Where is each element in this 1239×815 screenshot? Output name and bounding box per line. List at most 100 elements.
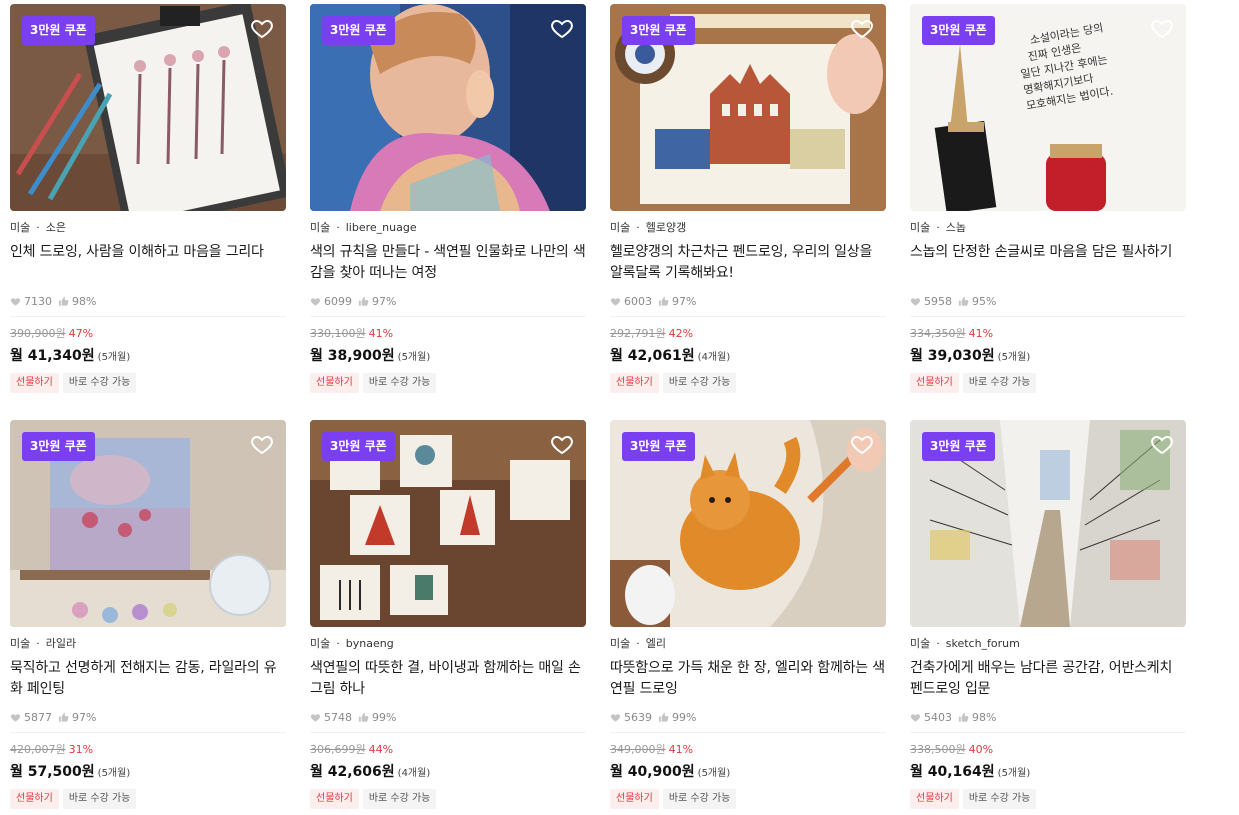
discount-rate: 47% xyxy=(68,327,94,340)
original-price-row: 330,100원 41% xyxy=(310,327,586,340)
thumbs-up-icon xyxy=(958,296,969,306)
course-card[interactable]: 소설이라는 당의 진짜 인생은 일단 지나간 후에는 명확해지기보다 모호해지는… xyxy=(910,4,1186,393)
original-price-row: 338,500원 40% xyxy=(910,743,1186,756)
divider xyxy=(910,732,1186,733)
course-card[interactable]: 3만원 쿠폰 미술 · 소은 인체 드로잉, 사람을 이해하고 마음을 그리다 71… xyxy=(10,4,286,393)
course-title[interactable]: 건축가에게 배우는 남다른 공간감, 어반스케치 펜드로잉 입문 xyxy=(910,658,1186,700)
course-thumbnail[interactable]: 3만원 쿠폰 xyxy=(610,420,886,627)
discount-rate: 41% xyxy=(368,327,394,340)
heart-outline-icon[interactable] xyxy=(1150,16,1174,40)
course-thumbnail[interactable]: 3만원 쿠폰 xyxy=(10,4,286,211)
divider xyxy=(310,316,586,317)
heart-filled-icon xyxy=(910,713,921,722)
heart-outline-icon[interactable] xyxy=(550,16,574,40)
course-card[interactable]: 3만원 쿠폰 미술 · bynaeng 색연필의 따뜻한 결, 바이냉과 함께하는 … xyxy=(310,420,586,809)
thumbs-up-icon xyxy=(58,296,69,306)
monthly-price-row: 월 39,030원 (5개월) xyxy=(910,346,1186,364)
course-card[interactable]: 3만원 쿠폰 미술 · 엘리 따뜻함으로 가득 채운 한 장, 엘리와 함께하는 색… xyxy=(610,420,886,809)
thumbs-up-icon xyxy=(358,296,369,306)
monthly-price-row: 월 41,340원 (5개월) xyxy=(10,346,286,364)
coupon-badge: 3만원 쿠폰 xyxy=(22,432,95,461)
discount-rate: 42% xyxy=(668,327,694,340)
thumbs-up-icon xyxy=(358,712,369,722)
heart-outline-icon[interactable] xyxy=(250,16,274,40)
course-category: 미술 · 엘리 xyxy=(610,637,666,650)
gift-tag[interactable]: 선물하기 xyxy=(910,373,959,393)
heart-outline-icon[interactable] xyxy=(550,432,574,456)
course-card[interactable]: 3만원 쿠폰 미술 · libere_nuage 색의 규칙을 만들다 - 색연필 … xyxy=(310,4,586,393)
available-now-tag: 바로 수강 가능 xyxy=(362,373,437,393)
course-title[interactable]: 색의 규칙을 만들다 - 색연필 인물화로 나만의 색감을 찾아 떠나는 여정 xyxy=(310,242,586,284)
creator-name[interactable]: 스놉 xyxy=(946,221,966,234)
course-thumbnail[interactable]: 3만원 쿠폰 xyxy=(310,4,586,211)
course-card[interactable]: 3만원 쿠폰 미술 · 라일라 묵직하고 선명하게 전해지는 감동, 라일라의 유화… xyxy=(10,420,286,809)
original-price: 306,699원 xyxy=(310,743,366,756)
gift-tag[interactable]: 선물하기 xyxy=(910,789,959,809)
monthly-price: 월 42,061원 xyxy=(610,348,695,364)
installment-months: (4개월) xyxy=(697,352,731,363)
gift-tag[interactable]: 선물하기 xyxy=(310,789,359,809)
course-stats: 5639 99% xyxy=(610,710,886,724)
course-stats: 5403 98% xyxy=(910,710,1186,724)
rating-percent: 97% xyxy=(372,294,397,308)
monthly-price-row: 월 38,900원 (5개월) xyxy=(310,346,586,364)
like-count: 7130 xyxy=(24,294,52,308)
course-category: 미술 · bynaeng xyxy=(310,637,394,650)
thumbs-up-icon xyxy=(658,712,669,722)
course-stats: 7130 98% xyxy=(10,294,286,308)
available-now-tag: 바로 수강 가능 xyxy=(362,789,437,809)
divider xyxy=(10,732,286,733)
course-stats: 6099 97% xyxy=(310,294,586,308)
available-now-tag: 바로 수강 가능 xyxy=(962,373,1037,393)
course-thumbnail[interactable]: 3만원 쿠폰 xyxy=(10,420,286,627)
discount-rate: 40% xyxy=(968,743,994,756)
creator-name[interactable]: libere_nuage xyxy=(346,221,417,234)
heart-outline-icon[interactable] xyxy=(1150,432,1174,456)
course-thumbnail[interactable]: 소설이라는 당의 진짜 인생은 일단 지나간 후에는 명확해지기보다 모호해지는… xyxy=(910,4,1186,211)
creator-name[interactable]: bynaeng xyxy=(346,637,394,650)
original-price-row: 292,791원 42% xyxy=(610,327,886,340)
course-thumbnail[interactable]: 3만원 쿠폰 xyxy=(610,4,886,211)
monthly-price: 월 40,164원 xyxy=(910,764,995,780)
course-title[interactable]: 묵직하고 선명하게 전해지는 감동, 라일라의 유화 페인팅 xyxy=(10,658,286,700)
course-title[interactable]: 인체 드로잉, 사람을 이해하고 마음을 그리다 xyxy=(10,242,286,284)
creator-name[interactable]: 엘리 xyxy=(646,637,666,650)
course-tags: 선물하기 바로 수강 가능 xyxy=(310,789,586,809)
divider xyxy=(310,732,586,733)
heart-outline-icon[interactable] xyxy=(850,16,874,40)
course-title[interactable]: 색연필의 따뜻한 결, 바이냉과 함께하는 매일 손그림 하나 xyxy=(310,658,586,700)
heart-outline-icon[interactable] xyxy=(850,432,874,456)
course-title[interactable]: 스놉의 단정한 손글씨로 마음을 담은 필사하기 xyxy=(910,242,1186,284)
course-title[interactable]: 헬로양갱의 차근차근 펜드로잉, 우리의 일상을 알록달록 기록해봐요! xyxy=(610,242,886,284)
discount-rate: 41% xyxy=(968,327,994,340)
creator-name[interactable]: 라일라 xyxy=(46,637,76,650)
monthly-price-row: 월 42,606원 (4개월) xyxy=(310,762,586,780)
coupon-badge: 3만원 쿠폰 xyxy=(922,16,995,45)
gift-tag[interactable]: 선물하기 xyxy=(10,789,59,809)
gift-tag[interactable]: 선물하기 xyxy=(610,789,659,809)
course-tags: 선물하기 바로 수강 가능 xyxy=(10,789,286,809)
course-thumbnail[interactable]: 3만원 쿠폰 xyxy=(310,420,586,627)
course-card[interactable]: 3만원 쿠폰 미술 · sketch_forum 건축가에게 배우는 남다른 공간감… xyxy=(910,420,1186,809)
course-thumbnail[interactable]: 3만원 쿠폰 xyxy=(910,420,1186,627)
gift-tag[interactable]: 선물하기 xyxy=(310,373,359,393)
monthly-price: 월 42,606원 xyxy=(310,764,395,780)
available-now-tag: 바로 수강 가능 xyxy=(662,789,737,809)
rating-percent: 95% xyxy=(972,294,997,308)
course-title[interactable]: 따뜻함으로 가득 채운 한 장, 엘리와 함께하는 색연필 드로잉 xyxy=(610,658,886,700)
coupon-badge: 3만원 쿠폰 xyxy=(622,432,695,461)
installment-months: (5개월) xyxy=(97,768,131,779)
creator-name[interactable]: 헬로양갱 xyxy=(646,221,686,234)
gift-tag[interactable]: 선물하기 xyxy=(610,373,659,393)
heart-filled-icon xyxy=(910,297,921,306)
gift-tag[interactable]: 선물하기 xyxy=(10,373,59,393)
category-label: 미술 xyxy=(610,637,631,650)
creator-name[interactable]: sketch_forum xyxy=(946,637,1020,650)
course-card[interactable]: 3만원 쿠폰 미술 · 헬로양갱 헬로양갱의 차근차근 펜드로잉, 우리의 일상을 … xyxy=(610,4,886,393)
coupon-badge: 3만원 쿠폰 xyxy=(22,16,95,45)
monthly-price: 월 38,900원 xyxy=(310,348,395,364)
heart-filled-icon xyxy=(10,713,21,722)
heart-outline-icon[interactable] xyxy=(250,432,274,456)
creator-name[interactable]: 소은 xyxy=(46,221,66,234)
category-label: 미술 xyxy=(910,221,931,234)
